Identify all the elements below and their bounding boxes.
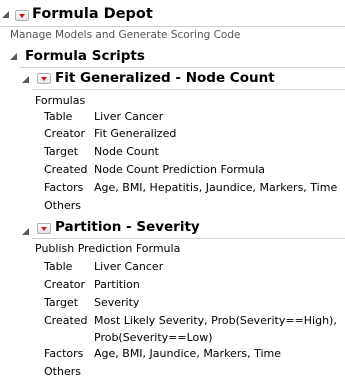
partition-disclosure-icon[interactable]: [22, 228, 29, 235]
depot-title: Formula Depot: [32, 6, 153, 22]
fit-divider: [32, 89, 345, 90]
fit-key-others: Others: [44, 199, 81, 212]
fit-key-creator: Creator: [44, 127, 86, 140]
fit-value-creator: Fit Generalized: [94, 127, 177, 140]
depot-menu-red-triangle-icon[interactable]: [15, 10, 29, 21]
fit-value-table: Liver Cancer: [94, 110, 164, 123]
partition-key-others: Others: [44, 365, 81, 378]
fit-value-target: Node Count: [94, 145, 159, 158]
scripts-disclosure-icon[interactable]: [10, 53, 17, 60]
partition-value-factors: Age, BMI, Jaundice, Markers, Time: [94, 347, 281, 360]
scripts-title: Formula Scripts: [25, 48, 145, 64]
fit-key-target: Target: [44, 145, 79, 158]
fit-value-created: Node Count Prediction Formula: [94, 163, 265, 176]
partition-value-target: Severity: [94, 296, 140, 309]
depot-subtitle: Manage Models and Generate Scoring Code: [10, 29, 241, 41]
fit-key-factors: Factors: [44, 181, 84, 194]
partition-title: Partition - Severity: [55, 219, 200, 235]
partition-value-created-line1: Most Likely Severity, Prob(Severity==Hig…: [94, 314, 337, 327]
partition-section-label: Publish Prediction Formula: [35, 242, 181, 255]
fit-title: Fit Generalized - Node Count: [55, 70, 275, 86]
fit-disclosure-icon[interactable]: [22, 76, 29, 83]
partition-key-creator: Creator: [44, 278, 86, 291]
depot-divider: [0, 26, 345, 27]
scripts-divider: [20, 67, 345, 68]
depot-disclosure-icon[interactable]: [2, 11, 9, 18]
partition-key-target: Target: [44, 296, 79, 309]
partition-value-table: Liver Cancer: [94, 260, 164, 273]
partition-key-factors: Factors: [44, 347, 84, 360]
partition-value-created-line2: Prob(Severity==Low): [94, 331, 213, 344]
fit-key-table: Table: [44, 110, 73, 123]
fit-section-label: Formulas: [35, 94, 86, 107]
fit-value-factors: Age, BMI, Hepatitis, Jaundice, Markers, …: [94, 181, 338, 194]
partition-divider: [32, 238, 345, 239]
fit-menu-red-triangle-icon[interactable]: [37, 73, 51, 84]
partition-key-table: Table: [44, 260, 73, 273]
partition-menu-red-triangle-icon[interactable]: [37, 223, 51, 234]
partition-value-creator: Partition: [94, 278, 140, 291]
partition-key-created: Created: [44, 314, 88, 327]
fit-key-created: Created: [44, 163, 88, 176]
